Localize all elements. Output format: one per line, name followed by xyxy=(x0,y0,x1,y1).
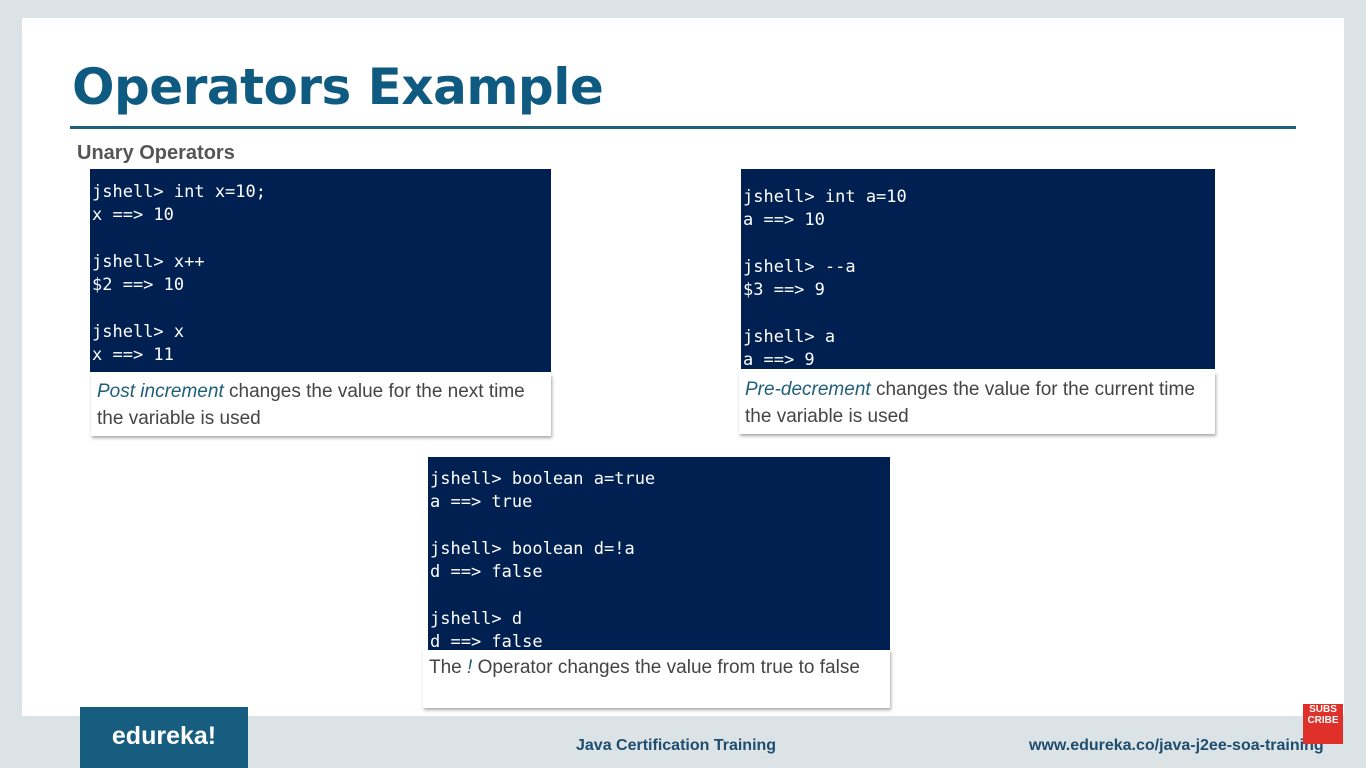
footer-url[interactable]: www.edureka.co/java-j2ee-soa-training xyxy=(1029,737,1324,755)
edureka-logo: edureka! xyxy=(80,707,248,768)
subscribe-button[interactable]: SUBS CRIBE xyxy=(1303,704,1343,744)
terminal-logical-not: jshell> boolean a=true a ==> true jshell… xyxy=(428,457,890,652)
terminal-post-increment: jshell> int x=10; x ==> 10 jshell> x++ $… xyxy=(90,169,551,372)
terminal-pre-decrement: jshell> int a=10 a ==> 10 jshell> --a $3… xyxy=(741,169,1215,370)
section-heading: Unary Operators xyxy=(77,142,235,164)
caption-pre-decrement: Pre-decrement changes the value for the … xyxy=(739,372,1215,434)
caption-logical-not: The ! Operator changes the value from tr… xyxy=(423,650,890,708)
caption-emphasis: Pre-decrement xyxy=(745,379,871,400)
title-divider xyxy=(70,126,1296,129)
caption-text: The xyxy=(429,657,468,678)
caption-emphasis: Post increment xyxy=(97,381,224,402)
course-name: Java Certification Training xyxy=(576,737,777,754)
slide-title: Operators Example xyxy=(72,58,604,116)
caption-text: Operator changes the value from true to … xyxy=(472,657,860,678)
caption-post-increment: Post increment changes the value for the… xyxy=(91,374,551,436)
